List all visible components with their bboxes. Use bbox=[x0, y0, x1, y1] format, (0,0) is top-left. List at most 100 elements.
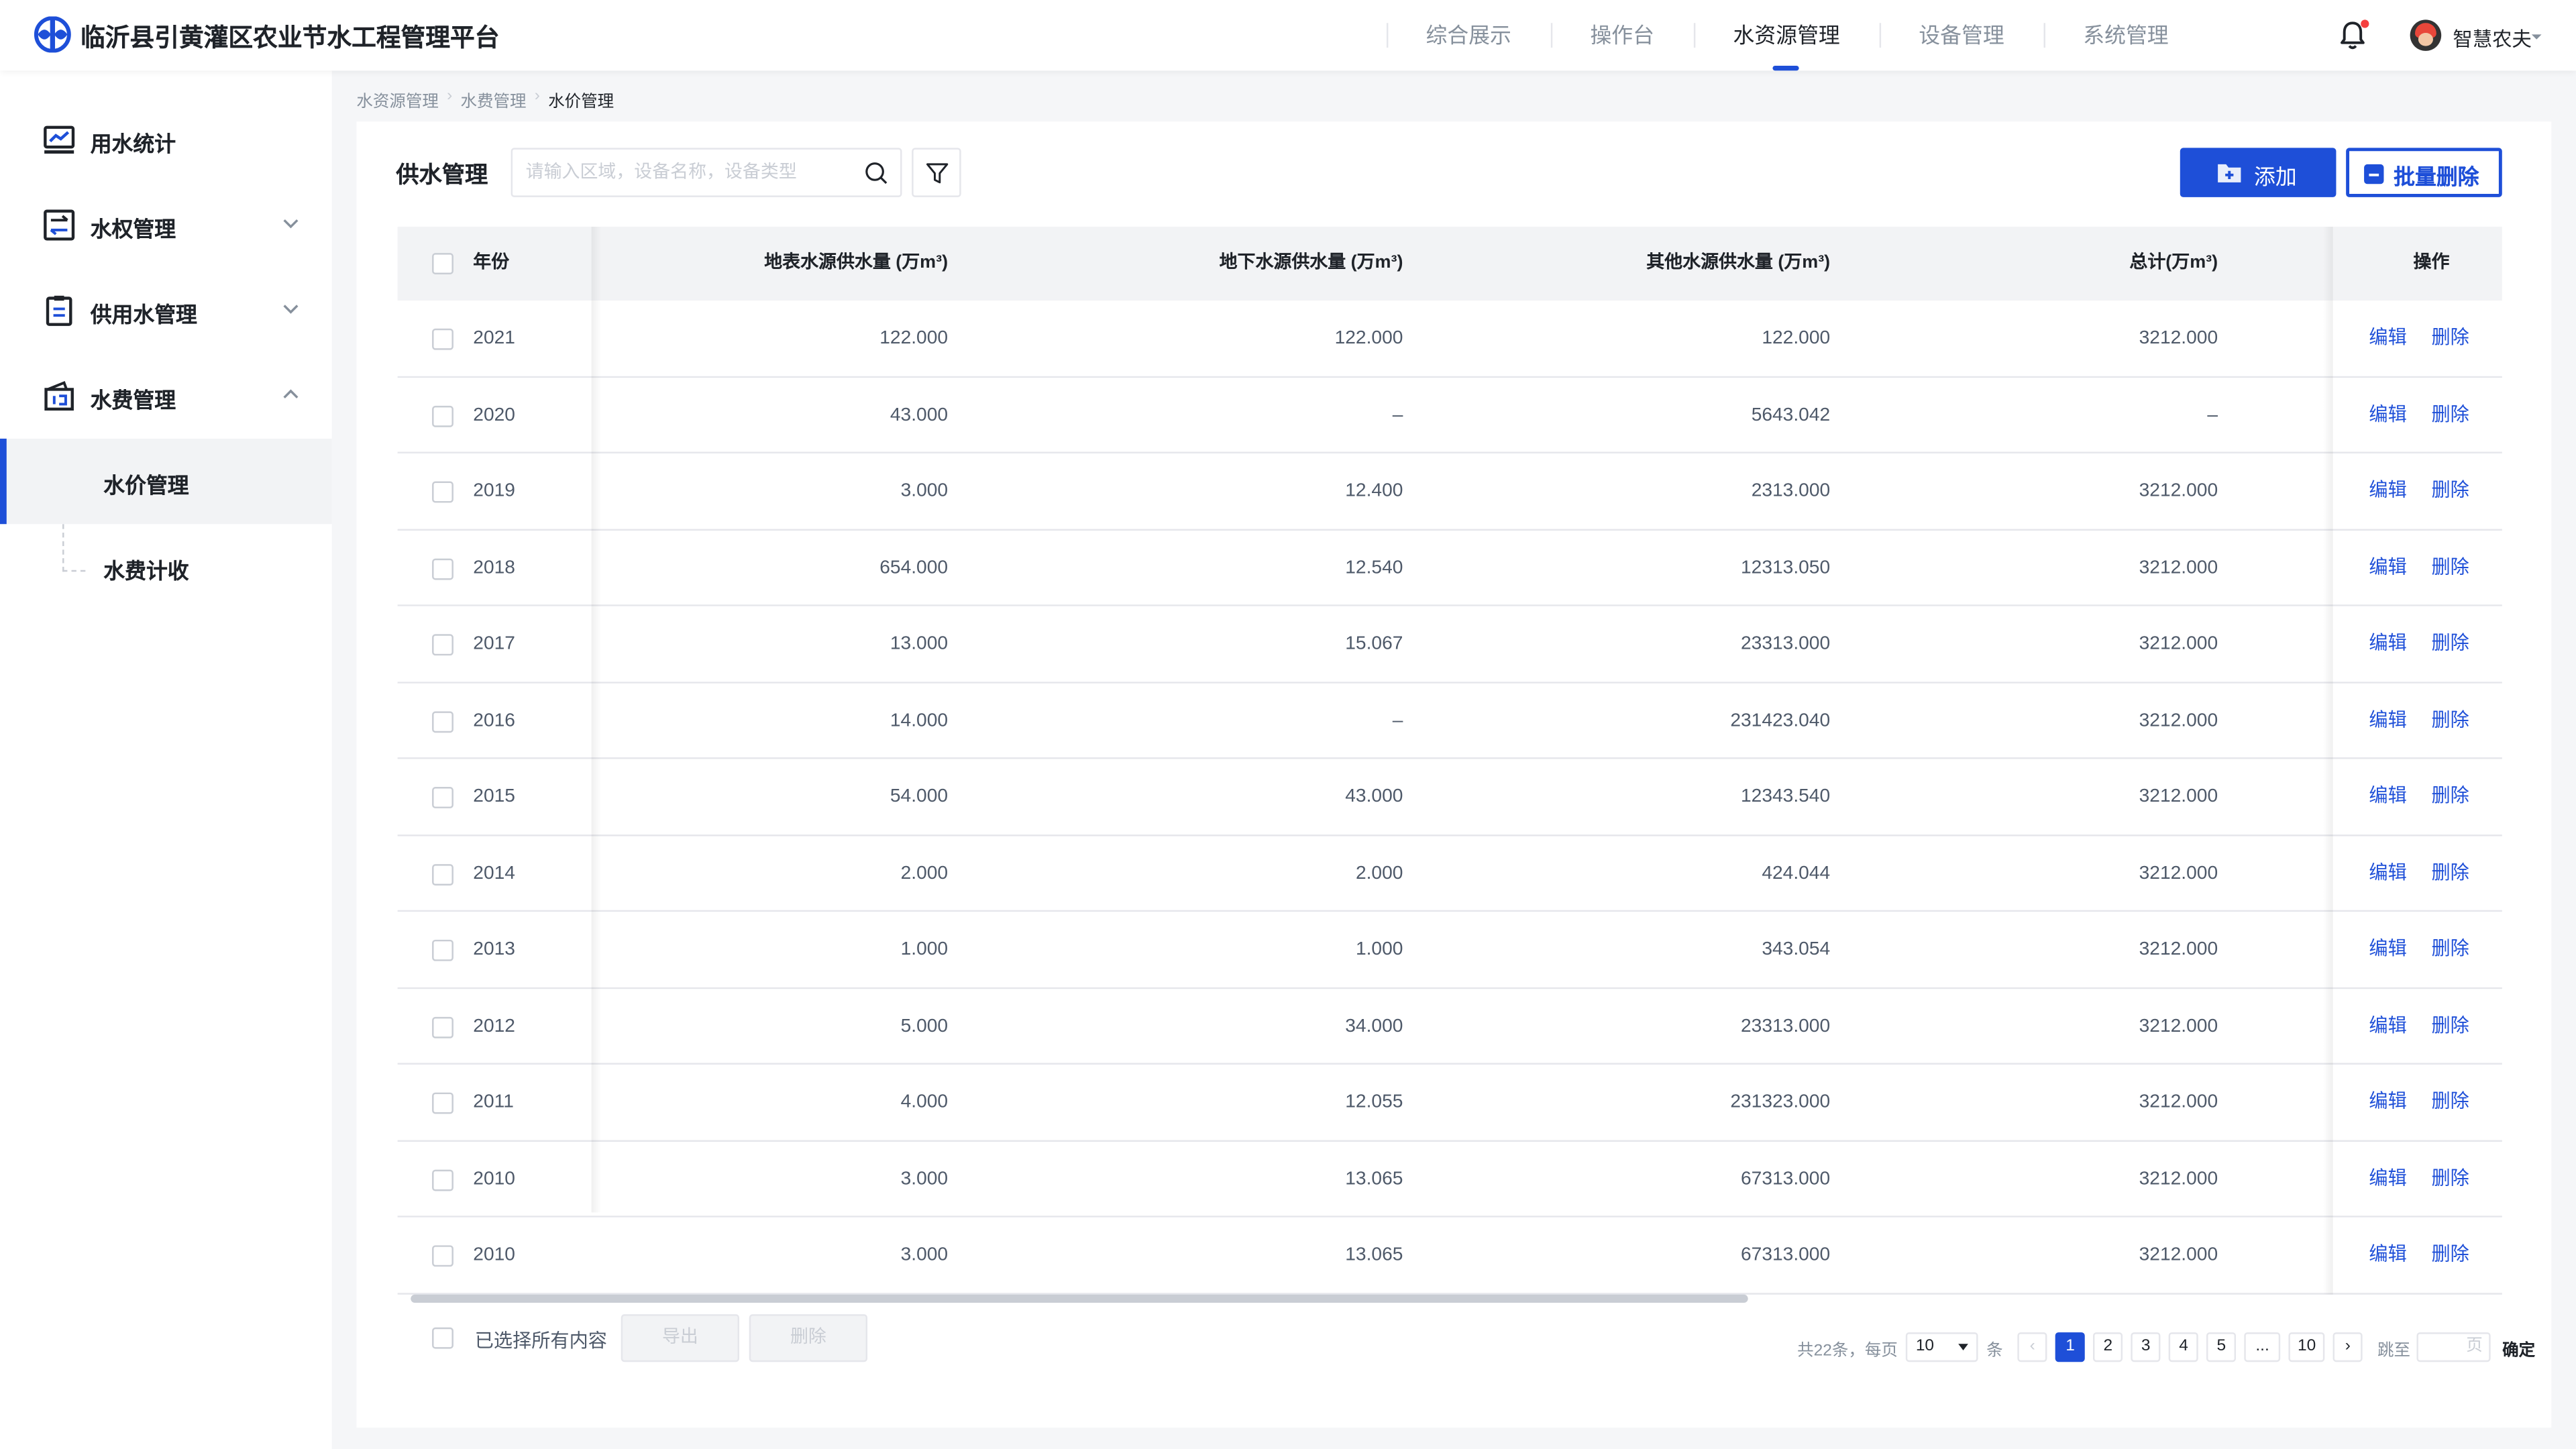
row-checkbox[interactable] bbox=[432, 405, 453, 427]
row-checkbox[interactable] bbox=[432, 557, 453, 580]
page-button[interactable]: 1 bbox=[2055, 1332, 2086, 1362]
header-total: 总计(万m³) bbox=[2129, 253, 2218, 273]
batch-delete-label: 批量删除 bbox=[2394, 164, 2479, 189]
page-button[interactable]: 10 bbox=[2288, 1332, 2325, 1362]
row-checkbox[interactable] bbox=[432, 710, 453, 733]
delete-link[interactable]: 删除 bbox=[2431, 530, 2469, 606]
edit-link[interactable]: 编辑 bbox=[2369, 1218, 2406, 1293]
page-button[interactable]: 5 bbox=[2206, 1332, 2237, 1362]
nav-tab[interactable]: 操作台 bbox=[1550, 0, 1694, 70]
nav-tab[interactable]: 设备管理 bbox=[1879, 0, 2044, 70]
select-all-checkbox[interactable] bbox=[432, 253, 453, 274]
edit-link[interactable]: 编辑 bbox=[2369, 377, 2406, 453]
row-checkbox[interactable] bbox=[432, 863, 453, 885]
nav-tab[interactable]: 系统管理 bbox=[2043, 0, 2208, 70]
add-button-label: 添加 bbox=[2254, 164, 2297, 189]
row-checkbox[interactable] bbox=[432, 1245, 453, 1267]
page-button[interactable]: 2 bbox=[2093, 1332, 2123, 1362]
cell-total: 3212.000 bbox=[2139, 863, 2218, 883]
footer-delete-button[interactable]: 删除 bbox=[749, 1314, 868, 1362]
delete-link[interactable]: 删除 bbox=[2431, 912, 2469, 987]
edit-link[interactable]: 编辑 bbox=[2369, 683, 2406, 759]
sidebar-item-water-fee[interactable]: 水费管理 bbox=[0, 354, 332, 439]
add-button[interactable]: 添加 bbox=[2180, 148, 2337, 197]
delete-link[interactable]: 删除 bbox=[2431, 683, 2469, 759]
cell-total: 3212.000 bbox=[2139, 328, 2218, 349]
cell-year: 2015 bbox=[473, 787, 515, 807]
page-button[interactable]: 3 bbox=[2131, 1332, 2161, 1362]
footer-select-all-checkbox[interactable] bbox=[432, 1327, 453, 1349]
header-other-supply: 其他水源供水量 (万m³) bbox=[1646, 253, 1831, 273]
search-icon[interactable] bbox=[864, 161, 889, 186]
sidebar-item-water-stats[interactable]: 用水统计 bbox=[0, 97, 332, 182]
row-checkbox[interactable] bbox=[432, 939, 453, 961]
main-card: 供水管理 添加 批量删除 bbox=[356, 121, 2552, 1428]
edit-link[interactable]: 编辑 bbox=[2369, 453, 2406, 529]
cell-total: 3212.000 bbox=[2139, 1016, 2218, 1036]
delete-link[interactable]: 删除 bbox=[2431, 1141, 2469, 1217]
breadcrumb-item[interactable]: 水资源管理 bbox=[356, 87, 438, 112]
cell-year: 2016 bbox=[473, 710, 515, 731]
edit-link[interactable]: 编辑 bbox=[2369, 301, 2406, 376]
wallet-icon bbox=[44, 381, 74, 411]
delete-link[interactable]: 删除 bbox=[2431, 759, 2469, 835]
header-surface-supply: 地表水源供水量 (万m³) bbox=[764, 253, 949, 273]
sidebar-subitem-water-price[interactable]: 水价管理 bbox=[0, 438, 332, 525]
row-checkbox[interactable] bbox=[432, 634, 453, 656]
nav-tab[interactable]: 水资源管理 bbox=[1693, 0, 1880, 71]
edit-link[interactable]: 编辑 bbox=[2369, 1141, 2406, 1217]
add-folder-icon bbox=[2218, 164, 2241, 182]
page-list: 1 2 3 4 5... 10 bbox=[2047, 1332, 2325, 1362]
avatar[interactable] bbox=[2410, 19, 2442, 51]
delete-link[interactable]: 删除 bbox=[2431, 606, 2469, 682]
row-checkbox[interactable] bbox=[432, 1016, 453, 1038]
edit-link[interactable]: 编辑 bbox=[2369, 759, 2406, 835]
delete-link[interactable]: 删除 bbox=[2431, 988, 2469, 1064]
chart-icon bbox=[44, 125, 75, 154]
nav-tab[interactable]: 综合展示 bbox=[1386, 0, 1551, 70]
sidebar-item-water-rights[interactable]: 水权管理 bbox=[0, 182, 332, 268]
jump-confirm-button[interactable]: 确定 bbox=[2502, 1335, 2535, 1360]
prev-page-button[interactable]: ‹ bbox=[2017, 1332, 2047, 1362]
sidebar-item-label: 水权管理 bbox=[90, 217, 176, 242]
edit-link[interactable]: 编辑 bbox=[2369, 988, 2406, 1064]
edit-link[interactable]: 编辑 bbox=[2369, 530, 2406, 606]
edit-link[interactable]: 编辑 bbox=[2369, 835, 2406, 911]
cell-total: 3212.000 bbox=[2139, 481, 2218, 501]
page-button[interactable]: 4 bbox=[2168, 1332, 2199, 1362]
sidebar-item-water-supply[interactable]: 供用水管理 bbox=[0, 268, 332, 353]
breadcrumb-item[interactable]: 水费管理 bbox=[461, 87, 527, 112]
cell-surface-supply: 43.000 bbox=[890, 405, 949, 425]
delete-link[interactable]: 删除 bbox=[2431, 1065, 2469, 1140]
row-checkbox[interactable] bbox=[432, 481, 453, 503]
cell-ground-supply: – bbox=[1392, 405, 1403, 425]
delete-link[interactable]: 删除 bbox=[2431, 453, 2469, 529]
caret-down-icon bbox=[1958, 1344, 1969, 1351]
row-checkbox[interactable] bbox=[432, 1092, 453, 1114]
export-button[interactable]: 导出 bbox=[621, 1314, 740, 1362]
jump-page-input[interactable]: 页 bbox=[2416, 1332, 2491, 1362]
delete-link[interactable]: 删除 bbox=[2431, 1218, 2469, 1293]
filter-button[interactable] bbox=[912, 148, 961, 197]
user-menu-caret-icon[interactable] bbox=[2531, 34, 2542, 40]
horizontal-scrollbar[interactable] bbox=[411, 1294, 1748, 1303]
sidebar-subitem-fee-collection[interactable]: 水费计收 bbox=[0, 524, 332, 609]
sidebar-subitem-label: 水费计收 bbox=[103, 558, 189, 584]
edit-link[interactable]: 编辑 bbox=[2369, 606, 2406, 682]
row-checkbox[interactable] bbox=[432, 328, 453, 350]
next-page-button[interactable]: › bbox=[2332, 1332, 2363, 1362]
page-size-select[interactable]: 10 bbox=[1906, 1332, 1978, 1362]
cell-ground-supply: 12.540 bbox=[1345, 557, 1403, 578]
row-checkbox[interactable] bbox=[432, 1169, 453, 1191]
delete-link[interactable]: 删除 bbox=[2431, 377, 2469, 453]
search-input[interactable] bbox=[525, 159, 855, 186]
edit-link[interactable]: 编辑 bbox=[2369, 1065, 2406, 1140]
delete-link[interactable]: 删除 bbox=[2431, 301, 2469, 376]
cell-other-supply: 12343.540 bbox=[1741, 787, 1831, 807]
batch-delete-button[interactable]: 批量删除 bbox=[2346, 148, 2502, 197]
row-checkbox[interactable] bbox=[432, 787, 453, 808]
delete-link[interactable]: 删除 bbox=[2431, 835, 2469, 911]
header-ground-supply: 地下水源供水量 (万m³) bbox=[1219, 253, 1403, 273]
edit-link[interactable]: 编辑 bbox=[2369, 912, 2406, 987]
user-name[interactable]: 智慧农夫 bbox=[2453, 25, 2532, 53]
